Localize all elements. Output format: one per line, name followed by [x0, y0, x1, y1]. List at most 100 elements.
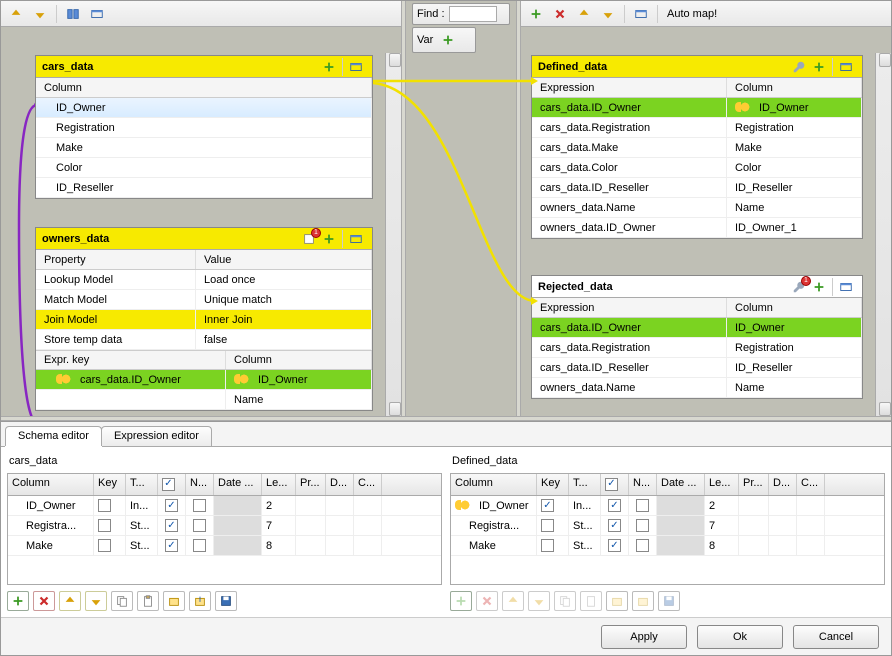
apply-button[interactable]: Apply — [601, 625, 687, 649]
owners-prop-row[interactable]: Join ModelInner Join — [36, 310, 372, 330]
key-cell[interactable] — [537, 516, 569, 535]
grid-row[interactable]: ID_OwnerIn...2 — [451, 496, 884, 516]
grid-header-cell[interactable]: Key — [94, 474, 126, 495]
grid-row[interactable]: Registra...St...7 — [8, 516, 441, 536]
rejected-data-header[interactable]: Rejected_data 1 — [532, 276, 862, 298]
key-cell[interactable] — [537, 536, 569, 555]
grid-header-cell[interactable]: Column — [451, 474, 537, 495]
cars-column-row[interactable]: ID_Reseller — [36, 178, 372, 198]
null-cell[interactable] — [629, 536, 657, 555]
grid-header-cell[interactable] — [601, 474, 629, 495]
auto-map-button[interactable]: Auto map! — [663, 8, 721, 20]
tab-expression-editor[interactable]: Expression editor — [101, 426, 212, 446]
grid-header-cell[interactable]: Key — [537, 474, 569, 495]
grid-header-cell[interactable]: Column — [8, 474, 94, 495]
defined-row[interactable]: owners_data.ID_OwnerID_Owner_1 — [532, 218, 862, 238]
header-checkbox[interactable] — [162, 478, 175, 491]
rejected-row[interactable]: owners_data.NameName — [532, 378, 862, 398]
left-scrollbar[interactable] — [385, 53, 401, 416]
grid-header-cell[interactable]: N... — [629, 474, 657, 495]
check-cell[interactable] — [601, 516, 629, 535]
owners-expr-row[interactable]: Name — [36, 390, 372, 410]
paste-icon[interactable] — [137, 591, 159, 611]
grid-header-cell[interactable]: Date ... — [657, 474, 705, 495]
grid-header-cell[interactable]: T... — [569, 474, 601, 495]
row-up-icon[interactable] — [59, 591, 81, 611]
move-up-button[interactable] — [5, 4, 27, 24]
defined-row[interactable]: cars_data.RegistrationRegistration — [532, 118, 862, 138]
grid-header-cell[interactable]: N... — [186, 474, 214, 495]
cars-data-header[interactable]: cars_data — [36, 56, 372, 78]
window-icon[interactable] — [346, 230, 366, 248]
window-icon[interactable] — [836, 58, 856, 76]
defined-row[interactable]: cars_data.ID_ResellerID_Reseller — [532, 178, 862, 198]
window-icon[interactable] — [346, 58, 366, 76]
owners-prop-row[interactable]: Store temp datafalse — [36, 330, 372, 350]
layout-icon[interactable] — [62, 4, 84, 24]
move-up-button[interactable] — [573, 4, 595, 24]
defined-row[interactable]: cars_data.MakeMake — [532, 138, 862, 158]
move-down-button[interactable] — [597, 4, 619, 24]
settings-badge-icon[interactable]: 1 — [299, 230, 319, 248]
key-cell[interactable] — [94, 516, 126, 535]
null-cell[interactable] — [186, 536, 214, 555]
add-icon[interactable] — [809, 278, 829, 296]
cars-column-row[interactable]: Make — [36, 138, 372, 158]
add-icon[interactable] — [319, 58, 339, 76]
owners-data-header[interactable]: owners_data 1 — [36, 228, 372, 250]
row-down-icon[interactable] — [85, 591, 107, 611]
null-cell[interactable] — [186, 516, 214, 535]
add-var-icon[interactable] — [437, 30, 459, 50]
grid-header-cell[interactable]: D... — [326, 474, 354, 495]
cars-column-row[interactable]: ID_Owner — [36, 98, 372, 118]
move-down-button[interactable] — [29, 4, 51, 24]
window-icon[interactable] — [630, 4, 652, 24]
defined-data-header[interactable]: Defined_data — [532, 56, 862, 78]
rejected-row[interactable]: cars_data.ID_OwnerID_Owner — [532, 318, 862, 338]
delete-icon[interactable] — [549, 4, 571, 24]
check-cell[interactable] — [601, 496, 629, 515]
owners-prop-row[interactable]: Match ModelUnique match — [36, 290, 372, 310]
grid-row[interactable]: MakeSt...8 — [451, 536, 884, 556]
cars-column-row[interactable]: Color — [36, 158, 372, 178]
defined-row[interactable]: cars_data.ID_OwnerID_Owner — [532, 98, 862, 118]
key-cell[interactable] — [94, 536, 126, 555]
grid-header-cell[interactable]: C... — [797, 474, 825, 495]
check-cell[interactable] — [601, 536, 629, 555]
null-cell[interactable] — [629, 516, 657, 535]
check-cell[interactable] — [158, 536, 186, 555]
ok-button[interactable]: Ok — [697, 625, 783, 649]
add-icon[interactable] — [809, 58, 829, 76]
remove-row-icon[interactable] — [33, 591, 55, 611]
grid-row[interactable]: MakeSt...8 — [8, 536, 441, 556]
rejected-row[interactable]: cars_data.RegistrationRegistration — [532, 338, 862, 358]
owners-prop-row[interactable]: Lookup ModelLoad once — [36, 270, 372, 290]
add-icon[interactable] — [525, 4, 547, 24]
grid-header-cell[interactable]: Le... — [705, 474, 739, 495]
grid-header-cell[interactable]: D... — [769, 474, 797, 495]
header-checkbox[interactable] — [605, 478, 618, 491]
grid-header-cell[interactable]: C... — [354, 474, 382, 495]
cancel-button[interactable]: Cancel — [793, 625, 879, 649]
window-icon[interactable] — [836, 278, 856, 296]
find-input[interactable] — [449, 6, 497, 22]
grid-header-cell[interactable]: Date ... — [214, 474, 262, 495]
grid-header-cell[interactable]: T... — [126, 474, 158, 495]
grid-row[interactable]: ID_OwnerIn...2 — [8, 496, 441, 516]
defined-row[interactable]: owners_data.NameName — [532, 198, 862, 218]
check-cell[interactable] — [158, 496, 186, 515]
add-row-icon[interactable] — [450, 591, 472, 611]
save-icon[interactable] — [658, 591, 680, 611]
rejected-row[interactable]: cars_data.ID_ResellerID_Reseller — [532, 358, 862, 378]
grid-header-cell[interactable]: Le... — [262, 474, 296, 495]
import-icon[interactable] — [606, 591, 628, 611]
save-icon[interactable] — [215, 591, 237, 611]
grid-header-cell[interactable] — [158, 474, 186, 495]
check-cell[interactable] — [158, 516, 186, 535]
grid-row[interactable]: Registra...St...7 — [451, 516, 884, 536]
copy-icon[interactable] — [111, 591, 133, 611]
key-cell[interactable] — [94, 496, 126, 515]
null-cell[interactable] — [629, 496, 657, 515]
owners-expr-row[interactable]: cars_data.ID_OwnerID_Owner — [36, 370, 372, 390]
cars-column-row[interactable]: Registration — [36, 118, 372, 138]
